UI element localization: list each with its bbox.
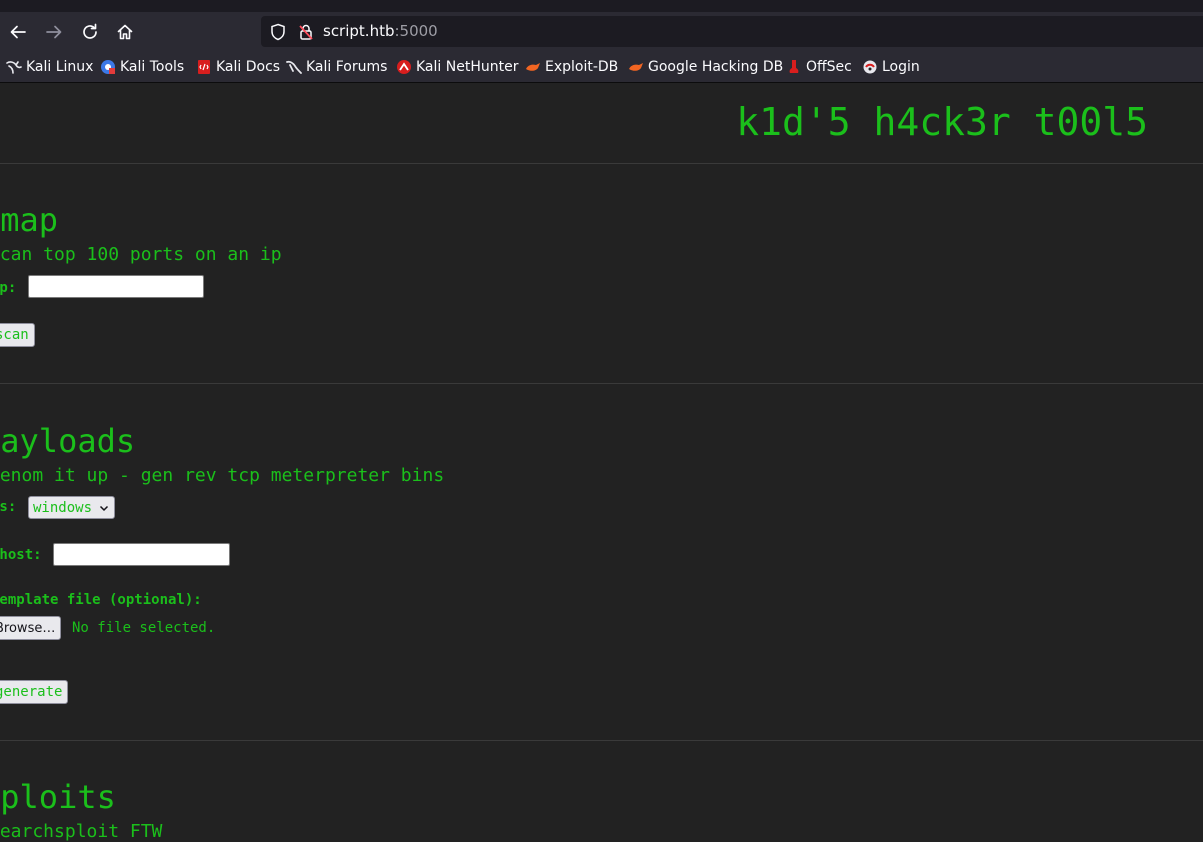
bookmark-label: Kali Linux <box>26 59 94 75</box>
bookmark-label: Kali Docs <box>216 59 281 75</box>
bookmark-kali-docs[interactable]: Kali Docs <box>196 58 280 76</box>
kali-forums-icon <box>286 60 302 74</box>
no-file-status: No file selected. <box>72 620 216 636</box>
bookmark-exploit-db[interactable]: Exploit-DB <box>525 58 618 76</box>
bookmark-label: OffSec <box>806 59 852 75</box>
home-icon <box>117 24 133 40</box>
kali-docs-icon <box>198 60 210 74</box>
url-text[interactable]: script.htb:5000 <box>323 22 438 40</box>
sploits-description: searchsploit FTW <box>0 821 163 842</box>
url-port: :5000 <box>394 22 438 40</box>
generate-button[interactable]: generate <box>0 680 69 704</box>
forward-arrow-icon <box>46 25 62 39</box>
sploits-heading: sploits <box>0 778 116 816</box>
divider <box>0 163 1203 164</box>
bookmarks-toolbar: Kali Linux Kali Tools Kali Docs Kali For… <box>0 52 1203 83</box>
bookmark-kali-nethunter[interactable]: Kali NetHunter <box>396 58 518 76</box>
os-selected-value: windows <box>33 499 93 516</box>
offsec-icon <box>789 60 799 73</box>
browse-button[interactable]: Browse… <box>0 616 62 640</box>
shield-icon[interactable] <box>269 23 287 41</box>
divider <box>0 383 1203 384</box>
bookmark-kali-linux[interactable]: Kali Linux <box>6 58 93 76</box>
bookmark-label: Login <box>882 59 920 75</box>
home-button[interactable] <box>113 20 137 44</box>
page-content: k1d'5 h4ck3r t00l5 nmap scan top 100 por… <box>0 83 1203 842</box>
ghdb-icon <box>629 63 643 71</box>
window-title-strip <box>0 0 1203 12</box>
payloads-description: venom it up - gen rev tcp meterpreter bi… <box>0 465 445 486</box>
payloads-heading: payloads <box>0 422 136 460</box>
lhost-label: lhost: <box>0 547 42 563</box>
forward-button[interactable] <box>42 20 66 44</box>
scan-button[interactable]: scan <box>0 323 35 347</box>
divider <box>0 740 1203 741</box>
address-bar[interactable]: script.htb:5000 <box>261 16 1203 47</box>
bookmark-kali-forums[interactable]: Kali Forums <box>286 58 387 76</box>
reload-button[interactable] <box>78 20 102 44</box>
lhost-input[interactable] <box>53 543 230 566</box>
bookmark-kali-tools[interactable]: Kali Tools <box>100 58 184 76</box>
bookmark-label: Google Hacking DB <box>648 59 784 75</box>
kali-dragon-icon <box>6 61 22 74</box>
nmap-description: scan top 100 ports on an ip <box>0 244 282 265</box>
nmap-heading: nmap <box>0 201 59 239</box>
login-icon <box>863 60 877 74</box>
bookmark-label: Kali NetHunter <box>416 59 519 75</box>
os-label: os: <box>0 499 17 515</box>
reload-icon <box>83 23 97 39</box>
exploit-db-icon <box>526 63 540 71</box>
bookmark-login[interactable]: Login <box>862 58 920 76</box>
bookmark-offsec[interactable]: OffSec <box>786 58 852 76</box>
site-title: k1d'5 h4ck3r t00l5 <box>736 100 1148 144</box>
bookmark-label: Kali Forums <box>306 59 388 75</box>
kali-tools-icon <box>101 60 115 74</box>
ip-input[interactable] <box>28 275 204 298</box>
nethunter-icon <box>397 60 411 74</box>
bookmark-google-hacking-db[interactable]: Google Hacking DB <box>628 58 783 76</box>
url-host: script.htb <box>323 22 395 40</box>
back-button[interactable] <box>6 20 30 44</box>
ip-label: ip: <box>0 280 17 296</box>
os-select[interactable]: windows <box>28 496 116 519</box>
back-arrow-icon <box>10 25 26 39</box>
bookmark-label: Kali Tools <box>120 59 185 75</box>
bookmark-label: Exploit-DB <box>545 59 619 75</box>
chevron-down-icon <box>99 505 109 511</box>
template-file-label: template file (optional): <box>0 592 202 608</box>
insecure-lock-icon[interactable] <box>297 23 315 41</box>
